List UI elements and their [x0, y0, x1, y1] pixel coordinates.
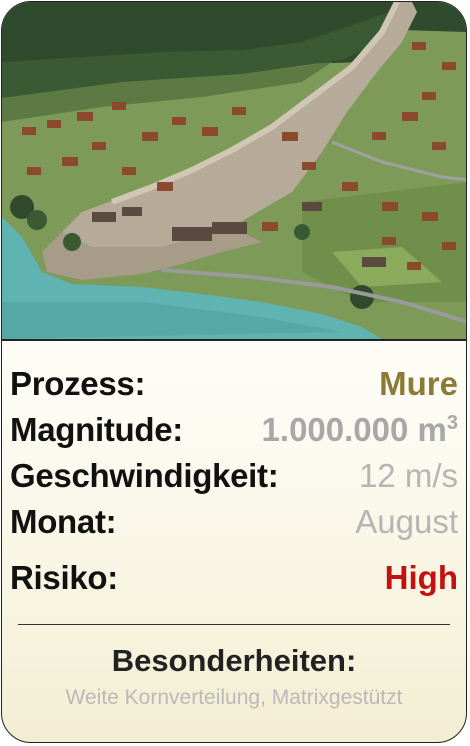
label-magnitude: Magnitude: — [10, 411, 183, 448]
label-monat: Monat: — [10, 503, 117, 540]
value-risiko: High — [384, 559, 458, 596]
label-risiko: Risiko: — [10, 559, 118, 596]
aerial-photo — [2, 2, 466, 341]
value-geschwindigkeit: 12 m/s — [358, 457, 458, 494]
besonderheiten-title: Besonderheiten: — [111, 643, 357, 678]
row-magnitude: Magnitude: 1.000.000 m3 — [10, 408, 458, 452]
value-magnitude-number: 1.000.000 m — [261, 411, 447, 448]
besonderheiten-text: Weite Kornverteilung, Matrixgestützt — [65, 686, 403, 709]
row-risiko: Risiko: High — [10, 556, 458, 600]
value-prozess: Mure — [379, 365, 458, 402]
value-magnitude: 1.000.000 m3 — [262, 411, 458, 449]
row-monat: Monat: August — [10, 500, 458, 544]
value-monat: August — [355, 503, 458, 540]
row-geschwindigkeit: Geschwindigkeit: 12 m/s — [10, 454, 458, 498]
value-magnitude-exponent: 3 — [446, 412, 458, 434]
label-prozess: Prozess: — [10, 365, 146, 402]
row-prozess: Prozess: Mure — [10, 362, 458, 406]
photo-illustration — [2, 2, 466, 339]
label-geschwindigkeit: Geschwindigkeit: — [10, 457, 279, 494]
info-card: Prozess: Mure Magnitude: 1.000.000 m3 Ge… — [1, 1, 467, 743]
section-divider — [18, 624, 450, 625]
